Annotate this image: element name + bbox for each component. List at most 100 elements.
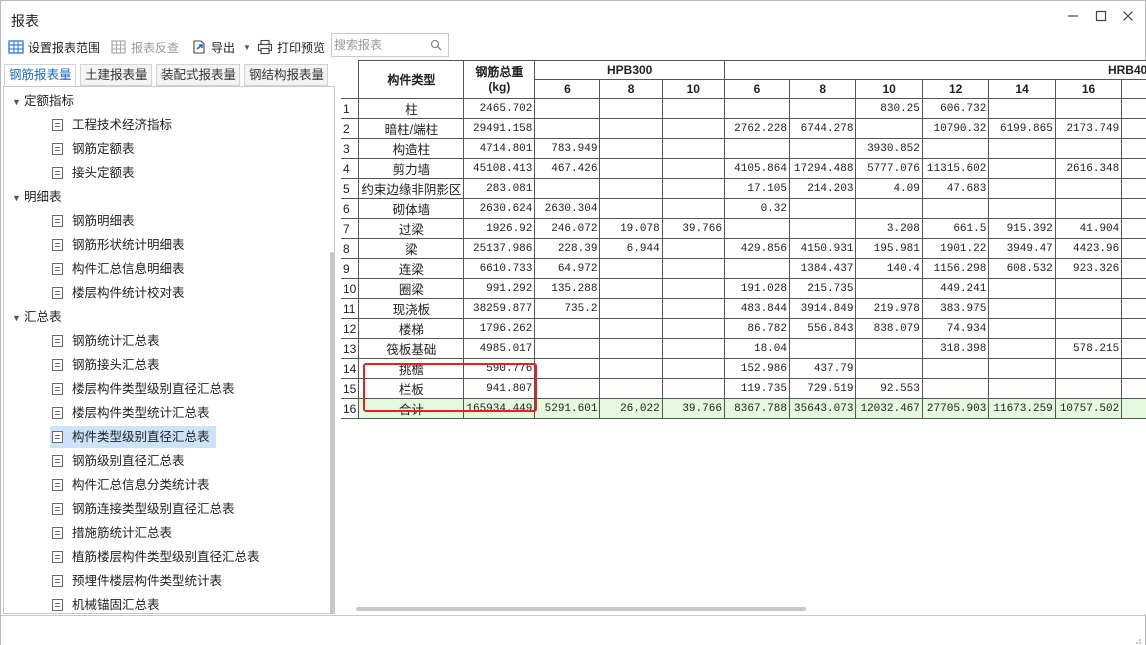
tree-item[interactable]: 楼层构件类型级别直径汇总表	[50, 378, 241, 400]
cell-component-type[interactable]: 暗柱/端柱	[358, 118, 465, 139]
cell-overflow[interactable]	[1121, 258, 1146, 279]
cell-overflow[interactable]	[1121, 318, 1146, 339]
cell-weight[interactable]	[661, 198, 725, 219]
cell-weight[interactable]	[599, 258, 663, 279]
cell-overflow[interactable]	[1121, 398, 1146, 419]
table-row[interactable]: 6 砌体墙 2630.624 2630.304 0.32	[341, 198, 1146, 219]
export-button[interactable]: 导出 ▼	[191, 37, 251, 57]
cell-weight[interactable]	[723, 138, 790, 159]
cell-overflow[interactable]	[1121, 98, 1146, 119]
cell-weight[interactable]	[988, 178, 1056, 199]
tree-item[interactable]: 钢筋定额表	[50, 138, 141, 160]
cell-component-type[interactable]: 圈梁	[358, 278, 465, 299]
tree-item-selected[interactable]: 构件类型级别直径汇总表	[50, 426, 216, 448]
cell-weight[interactable]: 556.843	[788, 318, 857, 339]
cell-total-weight[interactable]: 4714.801	[463, 138, 536, 159]
cell-weight[interactable]	[921, 358, 990, 379]
cell-weight[interactable]	[534, 358, 601, 379]
cell-overflow[interactable]	[1121, 218, 1146, 239]
cell-weight[interactable]: 2762.228	[723, 118, 790, 139]
cell-weight[interactable]: 215.735	[788, 278, 857, 299]
cell-weight[interactable]	[723, 98, 790, 119]
cell-weight[interactable]: 6744.278	[788, 118, 857, 139]
cell-weight[interactable]	[599, 98, 663, 119]
cell-weight[interactable]: 606.732	[921, 98, 990, 119]
cell-weight[interactable]	[921, 378, 990, 399]
cell-weight[interactable]	[1054, 278, 1123, 299]
cell-weight[interactable]: 11673.259	[988, 398, 1056, 419]
row-number[interactable]: 14	[341, 358, 360, 379]
cell-weight[interactable]: 578.215	[1054, 338, 1123, 359]
cell-overflow[interactable]	[1121, 138, 1146, 159]
cell-weight[interactable]	[788, 98, 857, 119]
cell-weight[interactable]: 27705.903	[921, 398, 990, 419]
tree-group-detail-tables[interactable]: ▼ 明细表	[12, 186, 62, 208]
table-row[interactable]: 14 挑檐 590.776 152.986 437.79	[341, 358, 1146, 379]
cell-weight[interactable]: 318.398	[921, 338, 990, 359]
cell-weight[interactable]	[661, 278, 725, 299]
cell-weight[interactable]: 467.426	[534, 158, 601, 179]
tree-item[interactable]: 楼层构件类型统计汇总表	[50, 402, 216, 424]
cell-weight[interactable]	[921, 138, 990, 159]
cell-weight[interactable]	[661, 338, 725, 359]
cell-weight[interactable]	[599, 298, 663, 319]
minimize-icon[interactable]	[1063, 7, 1083, 27]
row-number[interactable]: 7	[341, 218, 360, 239]
search-icon[interactable]	[430, 39, 442, 51]
table-row[interactable]: 8 梁 25137.986 228.39 6.944 429.856 4150.931 195…	[341, 238, 1146, 259]
cell-weight[interactable]: 140.4	[855, 258, 923, 279]
cell-weight[interactable]	[534, 178, 601, 199]
cell-weight[interactable]	[1054, 318, 1123, 339]
expand-arrow-icon[interactable]: ▼	[12, 187, 24, 209]
cell-component-type[interactable]: 约束边缘非阴影区	[358, 178, 465, 199]
cell-weight[interactable]	[723, 218, 790, 239]
cell-total-weight[interactable]: 991.292	[463, 278, 536, 299]
cell-component-type[interactable]: 过梁	[358, 218, 465, 239]
close-icon[interactable]	[1118, 7, 1138, 27]
cell-weight[interactable]: 915.392	[988, 218, 1056, 239]
cell-weight[interactable]: 783.949	[534, 138, 601, 159]
cell-weight[interactable]	[1054, 358, 1123, 379]
cell-weight[interactable]	[855, 358, 923, 379]
cell-weight[interactable]	[661, 298, 725, 319]
cell-weight[interactable]	[988, 98, 1056, 119]
table-row[interactable]: 13 筏板基础 4985.017 18.04 318.398 578.215	[341, 338, 1146, 359]
cell-component-type[interactable]: 构造柱	[358, 138, 465, 159]
cell-weight[interactable]: 47.683	[921, 178, 990, 199]
cell-component-type[interactable]: 筏板基础	[358, 338, 465, 359]
cell-overflow[interactable]	[1121, 358, 1146, 379]
cell-weight[interactable]: 735.2	[534, 298, 601, 319]
cell-weight[interactable]	[788, 138, 857, 159]
cell-weight[interactable]: 5291.601	[534, 398, 601, 419]
cell-weight[interactable]: 74.934	[921, 318, 990, 339]
cell-weight[interactable]	[599, 138, 663, 159]
cell-weight[interactable]	[661, 258, 725, 279]
row-number[interactable]: 6	[341, 198, 360, 219]
cell-weight[interactable]: 119.735	[723, 378, 790, 399]
row-number[interactable]: 15	[341, 378, 360, 399]
tab-civil-report[interactable]: 土建报表量	[80, 64, 152, 86]
tab-rebar-report[interactable]: 钢筋报表量	[4, 64, 76, 86]
cell-weight[interactable]: 3930.852	[855, 138, 923, 159]
tree-item[interactable]: 植筋楼层构件类型级别直径汇总表	[50, 546, 266, 568]
cell-weight[interactable]: 8367.788	[723, 398, 790, 419]
cell-weight[interactable]: 6199.865	[988, 118, 1056, 139]
cell-weight[interactable]: 1156.298	[921, 258, 990, 279]
cell-weight[interactable]: 10757.502	[1054, 398, 1123, 419]
cell-total-weight[interactable]: 1796.262	[463, 318, 536, 339]
table-row[interactable]: 2 暗柱/端柱 29491.158 2762.228 6744.278 10790.32 6…	[341, 118, 1146, 139]
cell-weight[interactable]	[599, 198, 663, 219]
row-number[interactable]: 2	[341, 118, 360, 139]
cell-overflow[interactable]	[1121, 238, 1146, 259]
cell-weight[interactable]	[599, 338, 663, 359]
cell-weight[interactable]: 838.079	[855, 318, 923, 339]
table-row[interactable]: 7 过梁 1926.92 246.072 19.078 39.766 3.208 661.5 9…	[341, 218, 1146, 239]
cell-weight[interactable]: 246.072	[534, 218, 601, 239]
cell-weight[interactable]: 4.09	[855, 178, 923, 199]
cell-weight[interactable]: 608.532	[988, 258, 1056, 279]
cell-weight[interactable]: 26.022	[599, 398, 663, 419]
cell-weight[interactable]: 661.5	[921, 218, 990, 239]
cell-overflow[interactable]	[1121, 278, 1146, 299]
cell-component-type[interactable]: 砌体墙	[358, 198, 465, 219]
cell-component-type[interactable]: 连梁	[358, 258, 465, 279]
